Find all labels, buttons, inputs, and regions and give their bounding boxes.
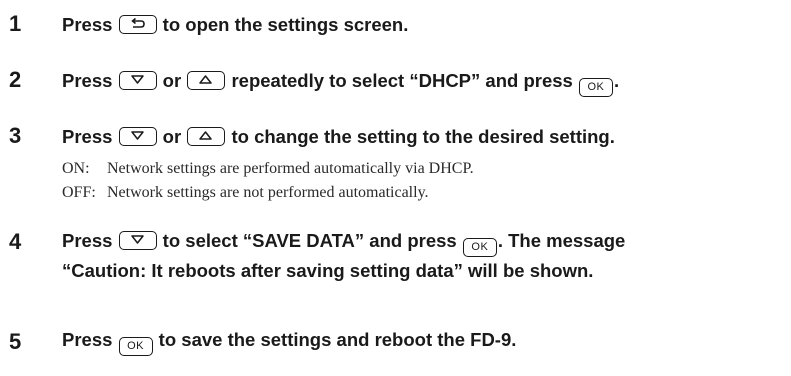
down-key-icon	[118, 231, 157, 250]
option-description: Network settings are not performed autom…	[107, 184, 429, 201]
step-number: 2	[9, 67, 22, 92]
up-key-icon	[187, 127, 226, 146]
step-number: 4	[9, 229, 22, 254]
step-text-line-2: “Caution: It reboots after saving settin…	[62, 260, 594, 281]
step-text: Press to open the settings screen.	[62, 14, 409, 35]
option-description: Network settings are performed automatic…	[107, 160, 474, 177]
down-key-icon	[118, 127, 157, 146]
step-number: 1	[9, 11, 22, 36]
ok-key-icon: OK	[118, 337, 153, 356]
up-key-icon	[187, 71, 226, 90]
down-key-icon	[118, 71, 157, 90]
ok-key-icon: OK	[578, 78, 613, 97]
back-key-icon	[118, 15, 157, 34]
ok-key-icon: OK	[462, 238, 497, 257]
step-number: 3	[9, 123, 22, 148]
option-off: OFF: Network settings are not performed a…	[62, 183, 762, 203]
step-number: 5	[9, 329, 22, 354]
option-name: OFF:	[62, 184, 96, 201]
step-text: Press or to change the setting to the de…	[62, 126, 615, 147]
step-text: Press to select “SAVE DATA” and press OK…	[62, 230, 626, 281]
step-text: Press OK to save the settings and reboot…	[62, 326, 787, 356]
option-on: ON: Network settings are performed automa…	[62, 159, 762, 179]
option-name: ON:	[62, 160, 90, 177]
step-text: Press or repeatedly to select “DHCP” and…	[62, 67, 787, 97]
